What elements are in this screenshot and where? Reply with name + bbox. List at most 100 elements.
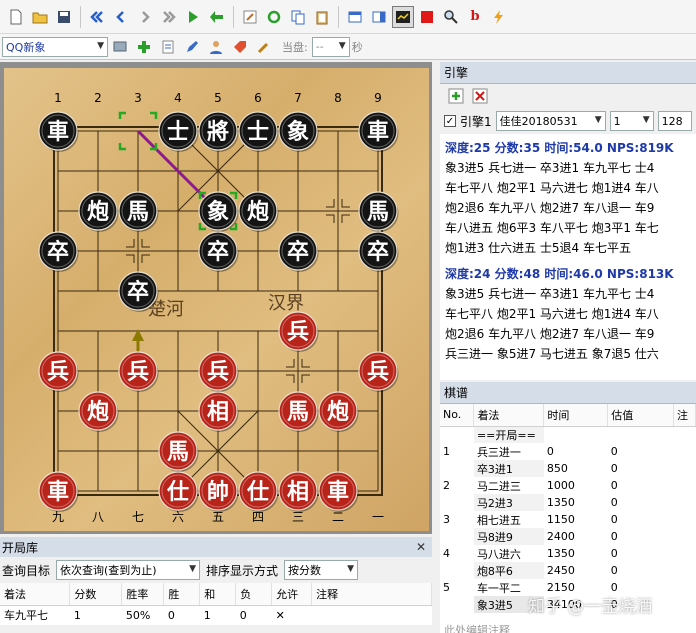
piece-black[interactable]: 將 bbox=[198, 111, 239, 152]
piece-black[interactable]: 車 bbox=[38, 111, 79, 152]
opening-column-header[interactable]: 允许 bbox=[271, 583, 313, 606]
hash-value: 128 bbox=[661, 114, 683, 128]
hash-select[interactable]: 128 bbox=[657, 111, 692, 131]
tag-icon[interactable] bbox=[229, 36, 251, 58]
lightning-icon[interactable] bbox=[488, 6, 510, 28]
piece-red[interactable]: 兵 bbox=[38, 351, 79, 392]
piece-black[interactable]: 士 bbox=[238, 111, 279, 152]
edit-icon[interactable] bbox=[239, 6, 261, 28]
piece-red[interactable]: 兵 bbox=[358, 351, 399, 392]
piece-red[interactable]: 馬 bbox=[158, 431, 199, 472]
sort-select[interactable]: 按分数 ▼ bbox=[284, 560, 359, 580]
opening-row[interactable]: 车九平七 1 50% 0 1 0 ✕ bbox=[0, 605, 432, 625]
piece-red[interactable]: 炮 bbox=[318, 391, 359, 432]
notation-row[interactable]: 4 马八进六 1350 0 bbox=[440, 545, 696, 562]
piece-black[interactable]: 卒 bbox=[38, 231, 79, 272]
notation-column-header[interactable]: No. bbox=[440, 404, 475, 427]
open-folder-icon[interactable] bbox=[29, 6, 51, 28]
last-move-icon[interactable] bbox=[158, 6, 180, 28]
piece-red[interactable]: 馬 bbox=[278, 391, 319, 432]
piece-black[interactable]: 卒 bbox=[278, 231, 319, 272]
piece-red[interactable]: 相 bbox=[278, 471, 319, 512]
xiangqi-board[interactable]: 楚河 汉界 123456789九八七六五四三二一 車士將士象車炮馬象炮馬卒卒卒卒卒… bbox=[4, 68, 429, 531]
note-icon[interactable] bbox=[157, 36, 179, 58]
notation-row[interactable]: 卒3进1 850 0 bbox=[440, 460, 696, 477]
remove-engine-icon[interactable] bbox=[469, 85, 491, 107]
opening-column-header[interactable]: 分数 bbox=[69, 583, 123, 606]
opening-column-header[interactable]: 胜 bbox=[163, 583, 201, 606]
tool-icon[interactable] bbox=[253, 36, 275, 58]
piece-black[interactable]: 炮 bbox=[238, 191, 279, 232]
window-icon[interactable] bbox=[344, 6, 366, 28]
comment-placeholder[interactable]: 此处编辑注释 bbox=[444, 622, 510, 633]
opening-column-header[interactable]: 胜率 bbox=[121, 583, 165, 606]
piece-red[interactable]: 相 bbox=[198, 391, 239, 432]
piece-red[interactable]: 仕 bbox=[158, 471, 199, 512]
notation-column-header[interactable]: 时间 bbox=[543, 404, 609, 427]
piece-black[interactable]: 馬 bbox=[358, 191, 399, 232]
next-move-icon[interactable] bbox=[134, 6, 156, 28]
notation-column-header[interactable]: 注 bbox=[673, 404, 696, 427]
piece-red[interactable]: 仕 bbox=[238, 471, 279, 512]
notation-row[interactable]: 马8进9 2400 0 bbox=[440, 528, 696, 545]
piece-red[interactable]: 炮 bbox=[78, 391, 119, 432]
close-icon[interactable]: ✕ bbox=[416, 540, 426, 554]
new-file-icon[interactable] bbox=[5, 6, 27, 28]
notation-row[interactable]: 炮8平6 2450 0 bbox=[440, 562, 696, 579]
layout-icon[interactable] bbox=[368, 6, 390, 28]
piece-black[interactable]: 士 bbox=[158, 111, 199, 152]
thread-value: 1 bbox=[613, 114, 621, 128]
piece-red[interactable]: 兵 bbox=[198, 351, 239, 392]
piece-black[interactable]: 卒 bbox=[198, 231, 239, 272]
notation-row[interactable]: 3 相七进五 1150 0 bbox=[440, 511, 696, 528]
user-icon[interactable] bbox=[205, 36, 227, 58]
piece-black[interactable]: 象 bbox=[278, 111, 319, 152]
thread-select[interactable]: 1 ▼ bbox=[609, 111, 654, 131]
add-engine-icon[interactable] bbox=[445, 85, 467, 107]
opening-column-header[interactable]: 负 bbox=[235, 583, 273, 606]
b-icon[interactable]: b bbox=[464, 6, 486, 28]
piece-black[interactable]: 炮 bbox=[78, 191, 119, 232]
opening-column-header[interactable]: 着法 bbox=[0, 583, 71, 606]
notation-column-header[interactable]: 估值 bbox=[607, 404, 675, 427]
notation-row[interactable]: 马2进3 1350 0 bbox=[440, 494, 696, 511]
back-icon[interactable] bbox=[206, 6, 228, 28]
piece-red[interactable]: 兵 bbox=[118, 351, 159, 392]
opening-column-header[interactable]: 和 bbox=[199, 583, 237, 606]
opening-cell: 1 bbox=[203, 608, 211, 622]
first-move-icon[interactable] bbox=[86, 6, 108, 28]
piece-red[interactable]: 帥 bbox=[198, 471, 239, 512]
notation-column-header[interactable]: 着法 bbox=[473, 404, 545, 427]
search-icon[interactable] bbox=[440, 6, 462, 28]
opening-column-header[interactable]: 注释 bbox=[311, 583, 432, 606]
piece-black[interactable]: 象 bbox=[198, 191, 239, 232]
add-icon[interactable] bbox=[133, 36, 155, 58]
play-icon[interactable] bbox=[182, 6, 204, 28]
paste-icon[interactable] bbox=[311, 6, 333, 28]
piece-red[interactable]: 車 bbox=[38, 471, 79, 512]
copy-icon[interactable] bbox=[287, 6, 309, 28]
notation-row[interactable]: 2 马二进三 1000 0 bbox=[440, 477, 696, 494]
notation-row[interactable]: 1 兵三进一 0 0 bbox=[440, 443, 696, 460]
piece-black[interactable]: 卒 bbox=[358, 231, 399, 272]
save-icon[interactable] bbox=[53, 6, 75, 28]
board-canvas[interactable]: 楚河 汉界 1 2 3 4 5 6 7 8 9九八七六五四三二一 車士將士象車炮馬象炮馬卒卒卒卒卒… bbox=[4, 68, 429, 531]
engine-checkbox[interactable]: ✓ bbox=[444, 115, 456, 127]
step-select[interactable]: -- ▼ bbox=[311, 36, 350, 57]
red-square-icon[interactable] bbox=[416, 6, 438, 28]
file-number-bottom: 三 bbox=[292, 510, 304, 524]
piece-red[interactable]: 車 bbox=[318, 471, 359, 512]
piece-black[interactable]: 馬 bbox=[118, 191, 159, 232]
profile-select[interactable]: QQ新象 ▼ bbox=[2, 36, 108, 57]
query-select[interactable]: 依次查询(查到为止) ▼ bbox=[56, 560, 201, 580]
piece-red[interactable]: 兵 bbox=[278, 311, 319, 352]
piece-black[interactable]: 卒 bbox=[118, 271, 159, 312]
network-icon[interactable] bbox=[109, 36, 131, 58]
analysis-icon[interactable] bbox=[392, 5, 414, 28]
prev-move-icon[interactable] bbox=[110, 6, 132, 28]
engine-name-select[interactable]: 佳佳20180531 ▼ bbox=[495, 111, 606, 131]
pen-icon[interactable] bbox=[181, 36, 203, 58]
notation-row[interactable]: ==开局== bbox=[440, 426, 696, 443]
piece-black[interactable]: 車 bbox=[358, 111, 399, 152]
refresh-icon[interactable] bbox=[263, 6, 285, 28]
